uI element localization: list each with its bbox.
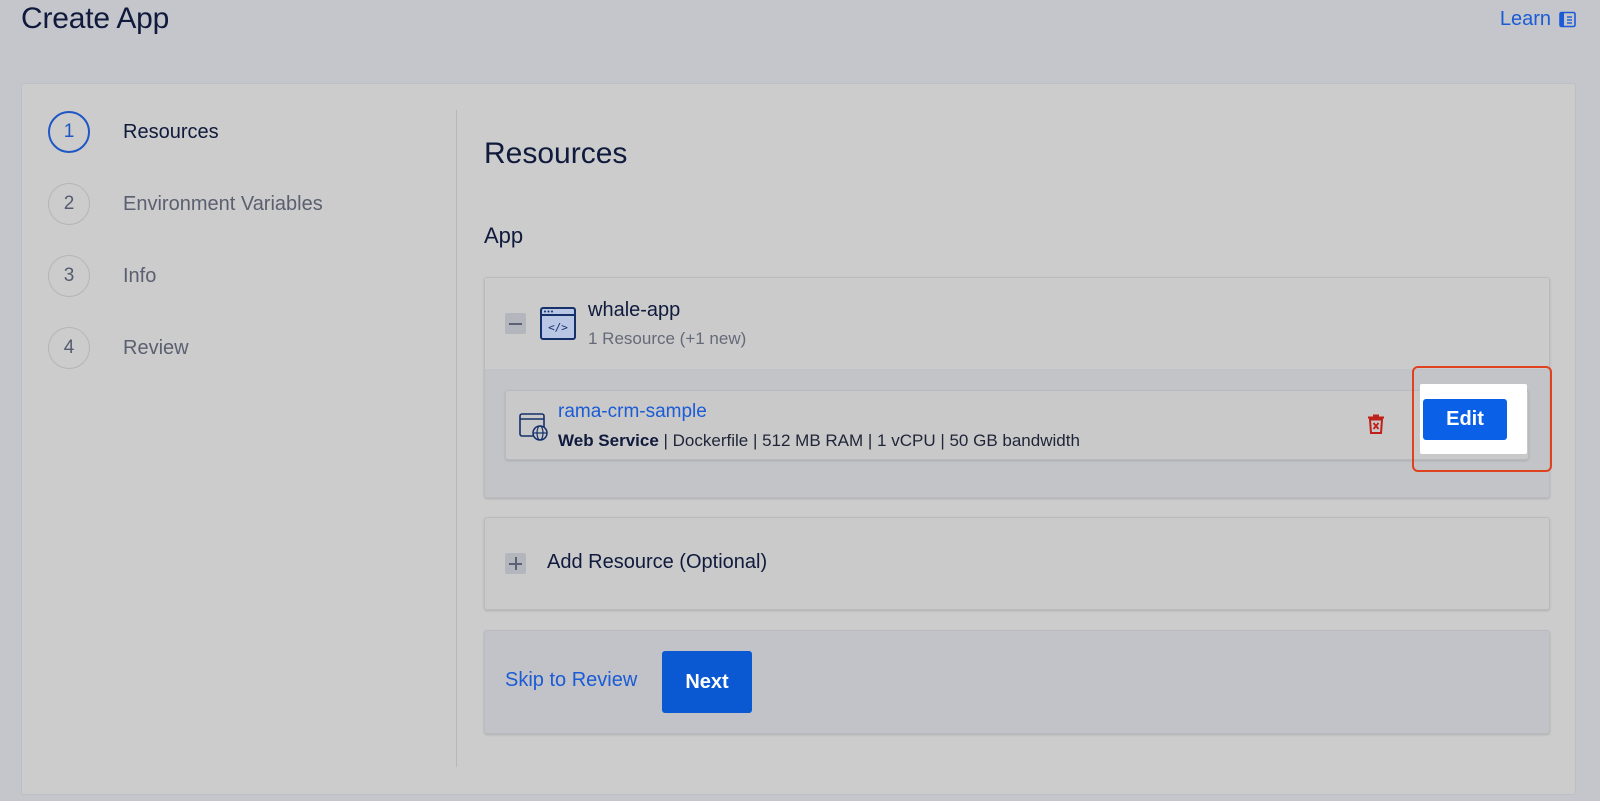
create-app-panel: 1 Resources 2 Environment Variables 3 In…	[21, 83, 1576, 795]
resource-name-link[interactable]: rama-crm-sample	[558, 401, 707, 423]
book-icon	[1559, 11, 1576, 28]
learn-link[interactable]: Learn	[1500, 8, 1576, 31]
footer-actions: Skip to Review Next	[484, 630, 1550, 734]
delete-icon[interactable]	[1367, 414, 1385, 434]
stepper: 1 Resources 2 Environment Variables 3 In…	[48, 111, 448, 399]
step-environment-variables[interactable]: 2 Environment Variables	[48, 183, 448, 225]
step-number: 1	[48, 111, 90, 153]
page-title: Create App	[21, 2, 170, 35]
web-service-icon	[519, 413, 549, 441]
app-card: </> whale-app 1 Resource (+1 new) rama-c…	[484, 277, 1550, 498]
step-label: Info	[123, 264, 157, 287]
add-resource-button[interactable]: Add Resource (Optional)	[484, 517, 1550, 610]
collapse-icon[interactable]	[505, 313, 526, 334]
step-label: Environment Variables	[123, 192, 323, 215]
vertical-divider	[456, 110, 457, 767]
step-label: Review	[123, 336, 189, 359]
step-label: Resources	[123, 120, 219, 143]
resource-type: Web Service	[558, 431, 659, 450]
resource-details: Web Service | Dockerfile | 512 MB RAM | …	[558, 431, 1080, 451]
add-resource-label: Add Resource (Optional)	[547, 551, 768, 573]
step-review[interactable]: 4 Review	[48, 327, 448, 369]
next-button[interactable]: Next	[662, 651, 752, 713]
app-card-header: </> whale-app 1 Resource (+1 new)	[485, 278, 1549, 370]
subsection-title: App	[484, 223, 524, 248]
skip-to-review-link[interactable]: Skip to Review	[505, 669, 637, 692]
code-window-icon: </>	[540, 307, 576, 340]
plus-icon	[505, 553, 526, 574]
app-card-body: rama-crm-sample Web Service | Dockerfile…	[485, 370, 1549, 497]
learn-label: Learn	[1499, 8, 1551, 30]
step-number: 3	[48, 255, 90, 297]
step-number: 4	[48, 327, 90, 369]
step-resources[interactable]: 1 Resources	[48, 111, 448, 153]
step-info[interactable]: 3 Info	[48, 255, 448, 297]
resource-specs: | Dockerfile | 512 MB RAM | 1 vCPU | 50 …	[658, 431, 1080, 450]
app-resource-count: 1 Resource (+1 new)	[588, 329, 747, 348]
svg-text:</>: </>	[548, 321, 568, 334]
step-number: 2	[48, 183, 90, 225]
edit-button[interactable]: Edit	[1423, 399, 1507, 440]
app-name: whale-app	[588, 299, 681, 321]
resource-row: rama-crm-sample Web Service | Dockerfile…	[505, 390, 1529, 460]
section-title: Resources	[484, 137, 628, 170]
